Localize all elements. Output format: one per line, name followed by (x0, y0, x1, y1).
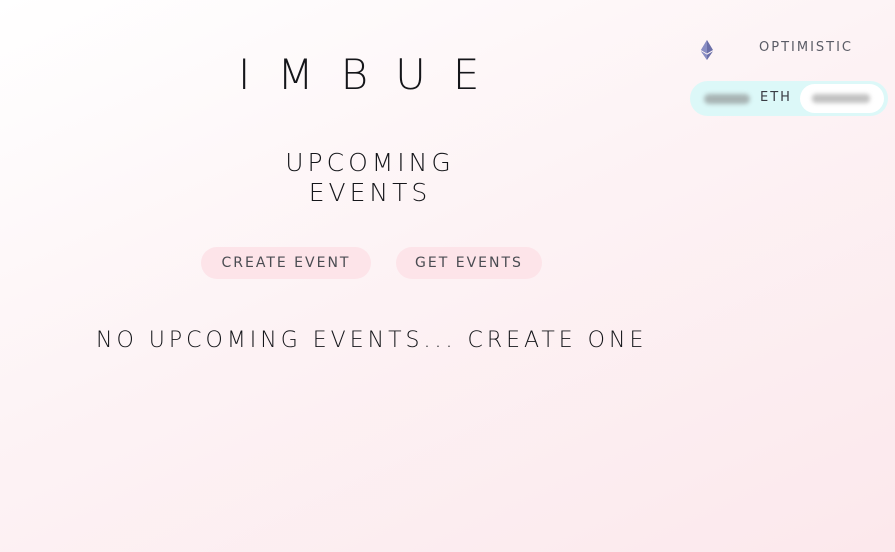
app-logo[interactable]: IMBUE (238, 54, 518, 96)
wallet-token-symbol: ETH (760, 90, 792, 105)
network-indicator[interactable]: OPTIMISTIC (700, 38, 860, 60)
wallet-address-button[interactable] (800, 84, 884, 113)
page-title-line1: UPCOMING (285, 148, 455, 177)
wallet-balance-redacted (704, 94, 750, 104)
network-name: OPTIMISTIC (759, 40, 854, 55)
get-events-button[interactable]: GET EVENTS (396, 247, 542, 279)
create-event-button[interactable]: CREATE EVENT (201, 247, 371, 279)
empty-events-message: NO UPCOMING EVENTS... CREATE ONE (96, 328, 648, 353)
ethereum-icon (700, 40, 714, 60)
wallet-pill[interactable]: ETH (690, 81, 888, 116)
page-title-line2: EVENTS (308, 178, 432, 207)
wallet-address-redacted (812, 94, 870, 103)
page-title: UPCOMING EVENTS (170, 148, 570, 208)
